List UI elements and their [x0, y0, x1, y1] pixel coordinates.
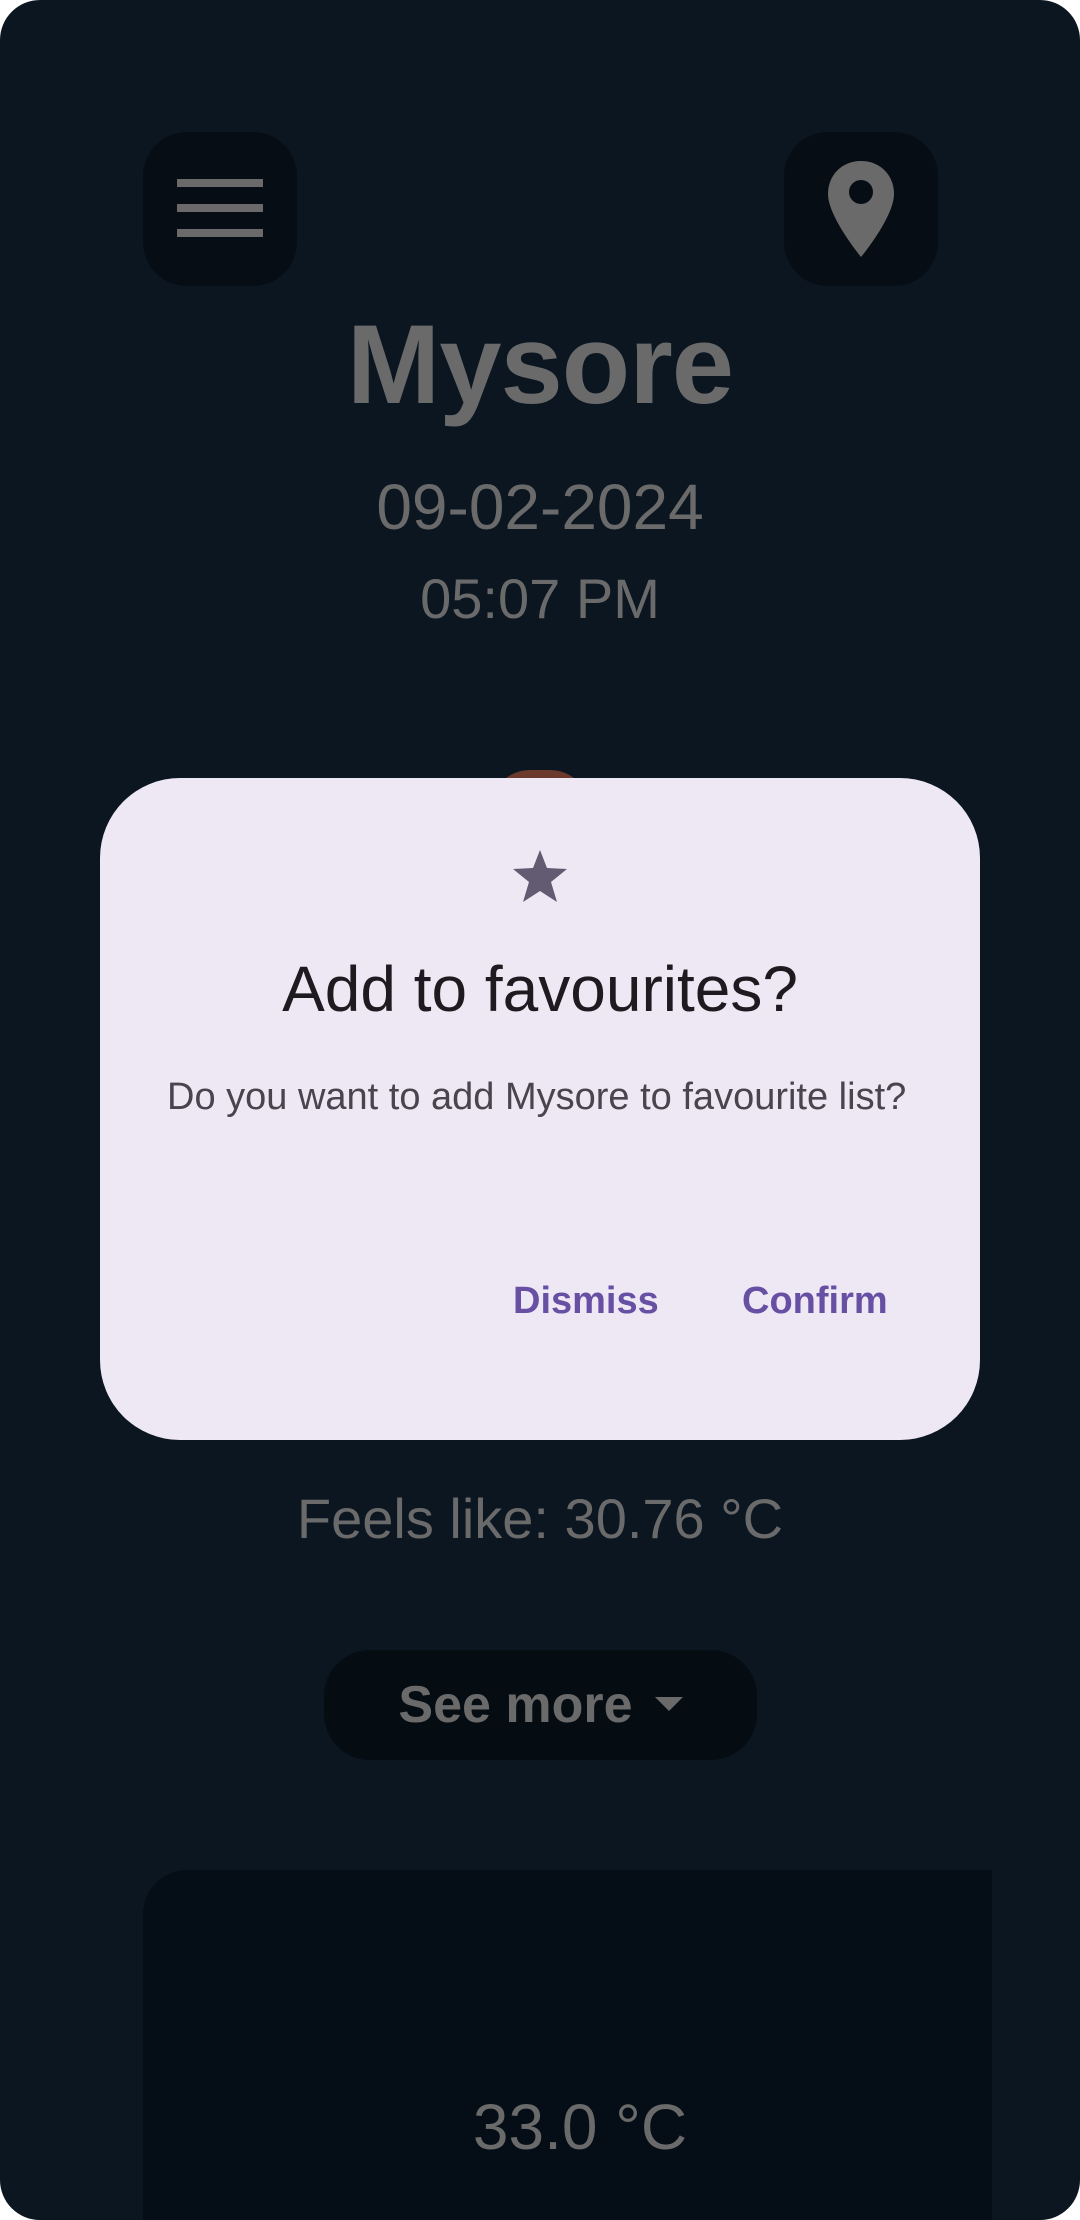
- star-icon: [513, 850, 567, 902]
- location-button[interactable]: [784, 132, 938, 286]
- forecast-card: [143, 1870, 992, 2220]
- date-text: 09-02-2024: [376, 471, 704, 543]
- hamburger-menu-icon: [177, 179, 263, 237]
- card-temperature: 33.0 °C: [472, 2091, 688, 2163]
- caret-down-icon: [654, 1697, 683, 1711]
- dialog-title: Add to favourites?: [282, 953, 798, 1025]
- menu-button[interactable]: [143, 132, 297, 286]
- dialog-message: Do you want to add Mysore to favourite l…: [167, 1076, 907, 1118]
- time-text: 05:07 PM: [420, 567, 660, 630]
- location-pin-icon: [828, 161, 894, 257]
- feels-like-text: Feels like: 30.76 °C: [296, 1487, 784, 1550]
- see-more-button[interactable]: See more: [324, 1650, 757, 1760]
- city-name: Mysore: [346, 302, 734, 427]
- dismiss-button[interactable]: Dismiss: [513, 1280, 659, 1323]
- confirm-button[interactable]: Confirm: [742, 1280, 888, 1323]
- see-more-label: See more: [398, 1676, 633, 1734]
- app-screen: Mysore 09-02-2024 05:07 PM Feels like: 3…: [0, 0, 1080, 2220]
